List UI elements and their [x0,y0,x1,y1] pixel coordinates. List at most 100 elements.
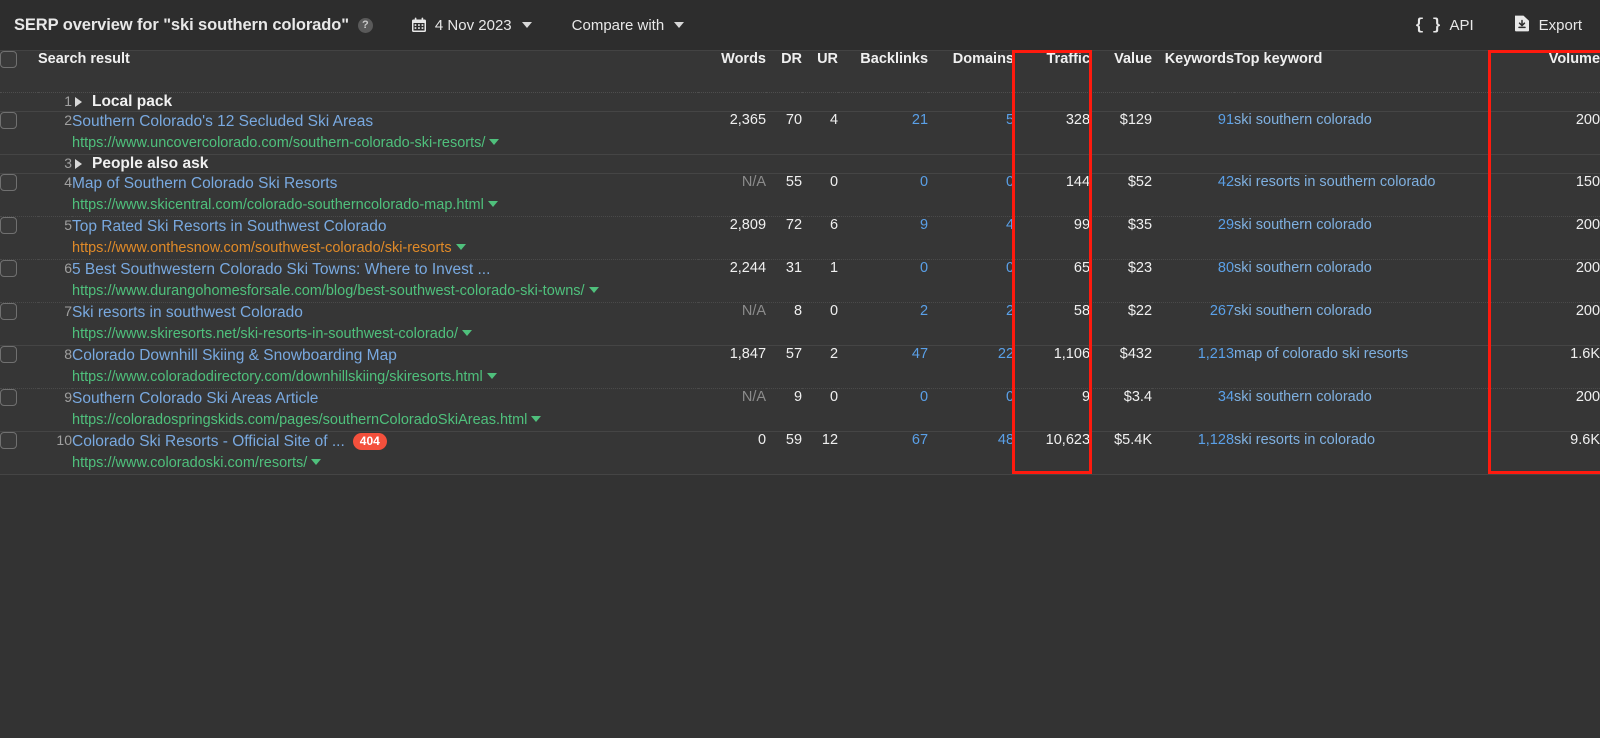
result-title-link[interactable]: Colorado Ski Resorts - Official Site of … [72,433,345,450]
result-title-link[interactable]: Top Rated Ski Resorts in Southwest Color… [72,218,386,235]
cell-value: 0 [757,431,767,448]
row-checkbox[interactable] [0,216,17,234]
search-result-cell: Map of Southern Colorado Ski Resorts http… [72,173,698,216]
date-picker[interactable]: 4 Nov 2023 [411,17,532,34]
cell-domains[interactable]: 48 [928,431,1014,474]
cell-value: 1,128 [1197,431,1235,448]
row-select-cell [0,216,38,259]
row-checkbox[interactable] [0,302,17,320]
column-header-traffic[interactable]: Traffic [1014,50,1091,93]
cell-volume: 200 [1490,216,1600,259]
result-url-link[interactable]: https://www.durangohomesforsale.com/blog… [72,283,585,299]
result-title-link[interactable]: Colorado Downhill Skiing & Snowboarding … [72,347,397,364]
row-checkbox[interactable] [0,431,17,449]
column-header-top-keyword[interactable]: Top keyword [1234,50,1491,93]
cell-top-keyword[interactable]: ski southern colorado [1234,216,1490,259]
serp-feature-toggle[interactable]: Local pack [72,93,698,111]
column-header-ur[interactable]: UR [802,50,839,93]
result-url-link[interactable]: https://www.coloradodirectory.com/downhi… [72,369,483,385]
row-position-number: 6 [64,259,72,276]
url-dropdown-caret-icon[interactable] [462,330,472,337]
row-checkbox[interactable] [0,388,17,406]
cell-keywords[interactable]: 1,213 [1152,345,1234,388]
cell-domains[interactable]: 22 [928,345,1014,388]
cell-keywords[interactable]: 80 [1152,259,1234,302]
result-url-link[interactable]: https://www.skicentral.com/colorado-sout… [72,197,484,213]
cell-domains[interactable]: 0 [928,259,1014,302]
cell-backlinks[interactable]: 2 [838,302,928,345]
cell-value: 200 [1575,388,1600,405]
cell-keywords[interactable]: 42 [1152,173,1234,216]
url-dropdown-caret-icon[interactable] [455,244,466,251]
column-header-volume[interactable]: Volume [1490,50,1600,93]
column-header-search-result[interactable]: Search result [38,50,699,93]
cell-backlinks[interactable]: 9 [838,216,928,259]
cell-value: 34 [1217,388,1235,405]
cell-domains[interactable]: 5 [928,112,1014,155]
cell-backlinks[interactable]: 0 [838,388,928,431]
result-url-link[interactable]: https://www.uncovercolorado.com/southern… [72,135,485,151]
row-checkbox[interactable] [0,259,17,277]
url-dropdown-caret-icon[interactable] [531,416,542,422]
cell-top-keyword[interactable]: ski resorts in southern colorado [1234,173,1490,216]
cell-top-keyword[interactable]: ski resorts in colorado [1234,431,1490,474]
url-dropdown-caret-icon[interactable] [487,201,498,208]
cell-top-keyword[interactable]: ski southern colorado [1234,302,1490,345]
compare-with-dropdown[interactable]: Compare with [572,17,685,34]
column-header-dr[interactable]: DR [766,50,803,93]
url-dropdown-caret-icon[interactable] [588,287,599,294]
result-url-link[interactable]: https://www.coloradoski.com/resorts/ [72,455,307,471]
cell-keywords[interactable]: 34 [1152,388,1234,431]
url-dropdown-caret-icon[interactable] [489,139,500,146]
cell-backlinks[interactable]: 47 [838,345,928,388]
cell-value: 150 [1575,173,1600,190]
cell-keywords[interactable]: 29 [1152,216,1234,259]
column-header-backlinks[interactable]: Backlinks [838,50,929,93]
cell-keywords[interactable]: 1,128 [1152,431,1234,474]
result-title-link[interactable]: 5 Best Southwestern Colorado Ski Towns: … [72,261,490,278]
cell-keywords[interactable]: 267 [1152,302,1234,345]
cell-domains[interactable]: 4 [928,216,1014,259]
cell-traffic: 65 [1014,259,1090,302]
api-button[interactable]: { } API [1415,16,1474,34]
serp-feature-label: Local pack [92,93,173,110]
result-title-link[interactable]: Southern Colorado's 12 Secluded Ski Area… [72,113,373,130]
column-header-value[interactable]: Value [1090,50,1153,93]
select-all-checkbox[interactable] [0,51,17,68]
cell-top-keyword[interactable]: ski southern colorado [1234,112,1490,155]
column-header-domains[interactable]: Domains [928,50,1015,93]
calendar-icon [411,17,427,33]
url-dropdown-caret-icon[interactable] [486,373,497,380]
result-title-link[interactable]: Southern Colorado Ski Areas Article [72,390,318,407]
cell-domains[interactable]: 0 [928,388,1014,431]
export-button[interactable]: Export [1514,14,1582,36]
url-dropdown-caret-icon[interactable] [311,458,322,465]
cell-ur: 2 [802,345,838,388]
cell-domains[interactable]: 0 [928,173,1014,216]
cell-keywords[interactable]: 91 [1152,112,1234,155]
cell-top-keyword[interactable]: ski southern colorado [1234,259,1490,302]
question-mark-icon[interactable]: ? [357,17,373,33]
cell-value: 0 [919,259,929,276]
row-select-cell [0,259,38,302]
row-checkbox[interactable] [0,173,17,191]
row-checkbox[interactable] [0,112,17,129]
cell-backlinks[interactable]: 21 [838,112,928,155]
cell-top-keyword[interactable]: map of colorado ski resorts [1234,345,1490,388]
cell-dr: 57 [766,345,802,388]
result-url-link[interactable]: https://www.onthesnow.com/southwest-colo… [72,240,452,256]
result-url-line: https://www.skiresorts.net/ski-resorts-i… [72,325,698,345]
column-header-words[interactable]: Words [698,50,767,93]
cell-top-keyword[interactable]: ski southern colorado [1234,388,1490,431]
result-url-link[interactable]: https://coloradospringskids.com/pages/so… [72,412,527,428]
cell-backlinks[interactable]: 67 [838,431,928,474]
cell-domains[interactable]: 2 [928,302,1014,345]
result-url-link[interactable]: https://www.skiresorts.net/ski-resorts-i… [72,326,458,342]
row-checkbox[interactable] [0,345,17,363]
cell-backlinks[interactable]: 0 [838,173,928,216]
cell-backlinks[interactable]: 0 [838,259,928,302]
serp-feature-toggle[interactable]: People also ask [72,155,698,173]
result-title-link[interactable]: Map of Southern Colorado Ski Resorts [72,175,337,192]
column-header-keywords[interactable]: Keywords [1152,50,1235,93]
result-title-link[interactable]: Ski resorts in southwest Colorado [72,304,303,321]
